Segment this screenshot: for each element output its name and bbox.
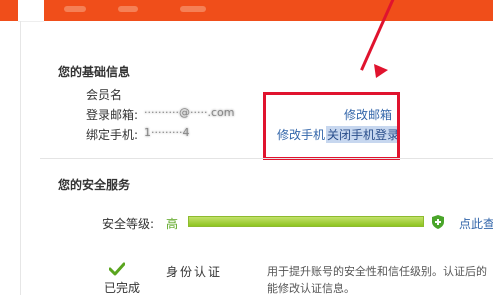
nav-tab-blurred[interactable] [180,6,206,12]
learn-more-link[interactable]: 点此查 [459,215,493,232]
identity-verification-desc-1: 用于提升账号的安全性和信任级别。认证后的 [267,265,487,278]
basic-info-title: 您的基础信息 [58,65,131,79]
identity-verification-status: 已完成 [104,281,141,295]
login-email-label: 登录邮箱: [86,108,139,122]
login-email-value: ··········@·····.com [144,106,235,119]
highlight-annotation-box [263,92,400,160]
identity-verification-title: 身份认证 [166,265,223,279]
identity-verification-desc-2: 能修改认证信息。 [267,282,355,295]
security-level-label: 安全等级: [102,217,155,231]
shield-icon [432,215,444,229]
panel-border [20,21,21,295]
check-icon [109,262,125,276]
top-navigation-bar [0,0,493,22]
nav-tab-blurred[interactable] [64,6,86,12]
annotation-arrow-head [374,64,388,78]
member-name-label: 会员名 [86,88,123,102]
security-services-title: 您的安全服务 [58,178,131,192]
nav-tab-blurred[interactable] [118,6,138,12]
active-nav-tab[interactable] [18,0,44,22]
bound-phone-label: 绑定手机: [86,128,139,142]
security-level-bar-fill [189,217,423,226]
section-divider [40,158,493,159]
bound-phone-value: 1·········4 [144,126,190,139]
security-level-bar [188,216,424,227]
security-level-value: 高 [166,217,179,231]
